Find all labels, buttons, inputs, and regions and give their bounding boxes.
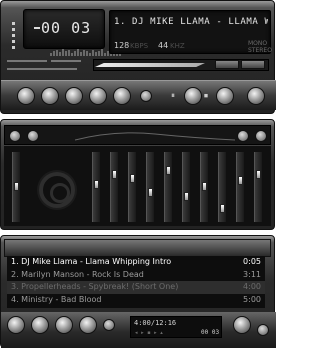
main-window: 00 03 1. DJ MIKE LLAMA - LLAMA WHIPPI 12… xyxy=(0,0,276,114)
next-button[interactable] xyxy=(113,87,131,105)
eq-band-thumb[interactable] xyxy=(112,170,117,179)
preamp-slider[interactable] xyxy=(12,152,20,222)
mini-transport-controls[interactable]: ◂ ▸ ▪ ▸ ▴ xyxy=(135,330,164,336)
playlist-tracks: 1. DJ Mike Llama - Llama Whipping Intro … xyxy=(7,256,265,308)
eq-band-6[interactable] xyxy=(182,152,190,222)
track-title: 2. Marilyn Manson - Rock Is Dead xyxy=(11,269,144,279)
resize-handle[interactable] xyxy=(257,324,269,336)
equalizer-toggle-button[interactable] xyxy=(215,60,239,69)
eq-band-thumb[interactable] xyxy=(94,180,99,189)
song-title-ticker: 1. DJ MIKE LLAMA - LLAMA WHIPPI xyxy=(114,17,268,27)
mono-stereo-indicator: MONO STEREO xyxy=(248,40,272,54)
track-duration: 0:05 xyxy=(243,257,261,266)
pause-button[interactable] xyxy=(65,87,83,105)
track-title: 3. Propellerheads - Spybreak! (Short One… xyxy=(11,282,179,291)
eq-band-thumb[interactable] xyxy=(130,174,135,183)
equalizer-window xyxy=(0,119,275,230)
song-info-display[interactable]: 1. DJ MIKE LLAMA - LLAMA WHIPPI 128 KBPS… xyxy=(109,10,272,54)
playlist-mini-time: 00 03 xyxy=(201,329,220,336)
eq-band-8[interactable] xyxy=(218,152,226,222)
track-duration: 5:00 xyxy=(243,294,261,304)
seek-bar-fill xyxy=(95,63,205,67)
eq-band-thumb[interactable] xyxy=(166,166,171,175)
eject-button[interactable] xyxy=(140,90,152,102)
eq-band-3[interactable] xyxy=(128,152,136,222)
playlist-toggle-button[interactable] xyxy=(241,60,265,69)
previous-button[interactable] xyxy=(17,87,35,105)
eq-curve-graph xyxy=(75,132,235,141)
list-options-button[interactable] xyxy=(103,319,115,331)
eq-band-thumb[interactable] xyxy=(220,204,225,213)
shuffle-button[interactable] xyxy=(184,87,202,105)
eq-band-thumb[interactable] xyxy=(238,176,243,185)
equalizer-sliders xyxy=(4,146,271,226)
list-item[interactable]: 1. DJ Mike Llama - Llama Whipping Intro … xyxy=(7,256,265,269)
list-item[interactable]: 3. Propellerheads - Spybreak! (Short One… xyxy=(7,281,265,294)
window-toggles xyxy=(215,60,265,69)
eq-band-thumb[interactable] xyxy=(256,170,261,179)
equalizer-header xyxy=(4,125,271,145)
list-manage-button[interactable] xyxy=(233,316,251,334)
about-button[interactable] xyxy=(247,87,265,105)
time-minus-sign xyxy=(34,27,40,29)
transport-bar: ⏸ ⏹ xyxy=(1,80,276,110)
samplerate-value: 44 xyxy=(158,41,169,50)
eq-band-7[interactable] xyxy=(200,152,208,222)
eq-presets-button[interactable] xyxy=(237,130,249,142)
eq-band-10[interactable] xyxy=(254,152,262,222)
playlist-time-display: 4:00/12:16 ◂ ▸ ▪ ▸ ▴ 00 03 xyxy=(130,316,222,338)
samplerate-label: KHZ xyxy=(170,42,185,50)
add-button[interactable] xyxy=(7,316,25,334)
repeat-icon[interactable]: ⏹ xyxy=(204,91,208,101)
eq-band-4[interactable] xyxy=(146,152,154,222)
time-display[interactable]: 00 03 xyxy=(23,9,121,56)
remove-button[interactable] xyxy=(31,316,49,334)
eq-auto-button[interactable] xyxy=(27,130,39,142)
winamp-logo-icon xyxy=(39,172,75,208)
list-item[interactable]: 4. Ministry - Bad Blood 5:00 xyxy=(7,294,265,307)
playlist-total-time: 4:00/12:16 xyxy=(134,319,177,327)
track-title: 1. DJ Mike Llama - Llama Whipping Intro xyxy=(11,257,172,266)
volume-balance-sliders[interactable] xyxy=(7,56,87,78)
repeat-button[interactable] xyxy=(216,87,234,105)
eq-band-thumb[interactable] xyxy=(148,188,153,197)
misc-button[interactable] xyxy=(79,316,97,334)
shuffle-icon[interactable]: ⏸ xyxy=(171,91,175,101)
eq-on-button[interactable] xyxy=(9,130,21,142)
bitrate-value: 128 xyxy=(114,41,130,50)
eq-band-2[interactable] xyxy=(110,152,118,222)
bitrate-label: KBPS xyxy=(130,42,149,50)
track-duration: 4:00 xyxy=(243,282,261,291)
playlist-titlebar[interactable] xyxy=(4,239,271,257)
stop-button[interactable] xyxy=(89,87,107,105)
playlist-window: 1. DJ Mike Llama - Llama Whipping Intro … xyxy=(0,235,276,348)
select-button[interactable] xyxy=(55,316,73,334)
playlist-controls: 4:00/12:16 ◂ ▸ ▪ ▸ ▴ 00 03 xyxy=(1,312,276,348)
eq-band-thumb[interactable] xyxy=(184,192,189,201)
eq-band-9[interactable] xyxy=(236,152,244,222)
track-duration: 3:11 xyxy=(243,269,261,279)
eq-close-button[interactable] xyxy=(255,130,267,142)
eq-band-1[interactable] xyxy=(92,152,100,222)
preamp-thumb[interactable] xyxy=(14,182,19,191)
track-title: 4. Ministry - Bad Blood xyxy=(11,294,102,304)
list-item[interactable]: 2. Marilyn Manson - Rock Is Dead 3:11 xyxy=(7,269,265,282)
eq-band-thumb[interactable] xyxy=(202,182,207,191)
eq-band-5[interactable] xyxy=(164,152,172,222)
clutterbar[interactable] xyxy=(10,19,18,52)
elapsed-time: 00 03 xyxy=(41,19,92,37)
play-button[interactable] xyxy=(41,87,59,105)
